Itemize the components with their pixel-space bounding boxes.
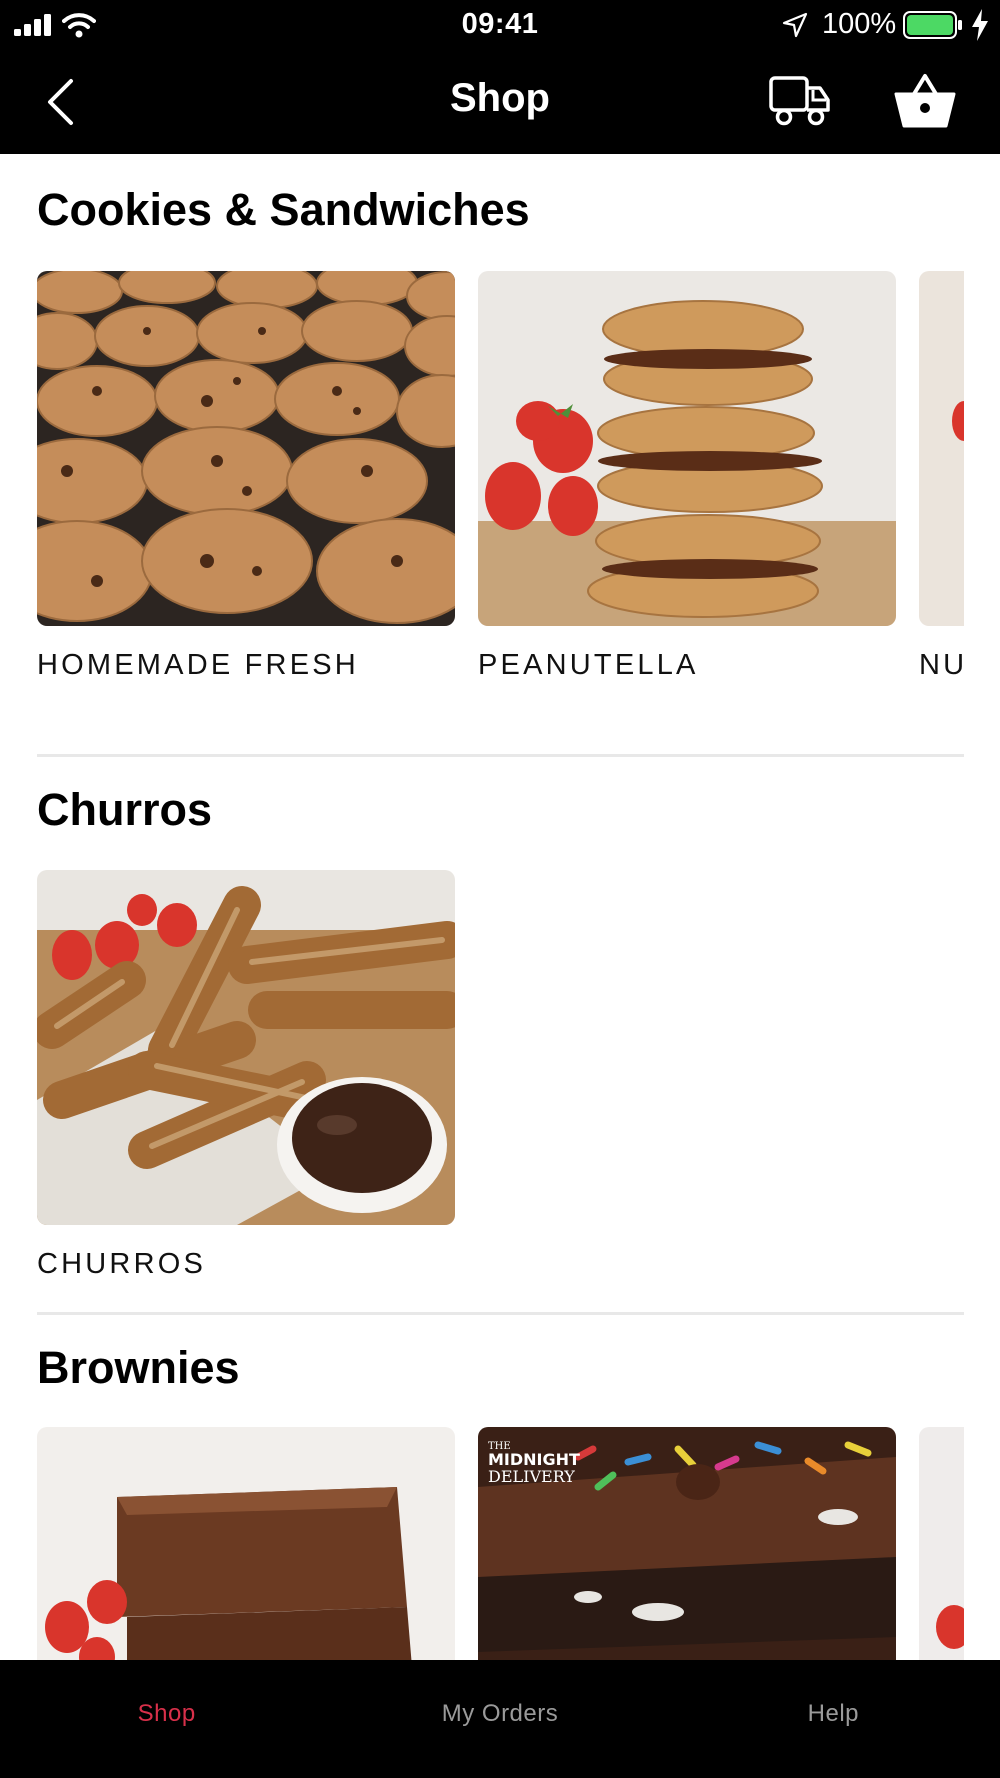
product-carousel[interactable]: THE MIDNIGHT DELIVERY	[37, 1427, 964, 1660]
product-image	[919, 271, 964, 626]
product-name: CHURROS	[37, 1248, 207, 1280]
product-card-loaded-brownie[interactable]: THE MIDNIGHT DELIVERY	[478, 1427, 896, 1660]
section-title: Cookies & Sandwiches	[37, 184, 530, 235]
basket-button[interactable]	[894, 72, 956, 130]
product-name: HOMEMADE FRESH COOKIES	[37, 649, 359, 681]
tab-my-orders[interactable]: My Orders	[333, 1660, 666, 1778]
section-divider	[37, 754, 964, 757]
battery-percentage: 100%	[822, 8, 897, 40]
battery-icon	[903, 11, 962, 39]
product-card-churros[interactable]: CHURROS	[37, 870, 455, 1285]
location-arrow-icon	[782, 12, 808, 38]
shopping-basket-icon	[894, 74, 956, 128]
product-image	[37, 870, 455, 1225]
section-divider	[37, 1312, 964, 1315]
product-image	[919, 1427, 964, 1660]
product-image: THE MIDNIGHT DELIVERY	[478, 1427, 896, 1660]
status-bar: 09:41 100%	[0, 0, 1000, 50]
product-card-brownie[interactable]	[37, 1427, 455, 1660]
product-card-homemade-fresh-cookies[interactable]: HOMEMADE FRESH COOKIES	[37, 271, 455, 691]
product-card-partial[interactable]	[919, 1427, 964, 1660]
delivery-truck-icon	[769, 76, 830, 126]
section-title: Churros	[37, 784, 213, 835]
charging-bolt-icon	[972, 9, 988, 41]
page-title: Shop	[450, 76, 550, 120]
tab-bar: Shop My Orders Help	[0, 1660, 1000, 1778]
tab-help[interactable]: Help	[667, 1660, 1000, 1778]
svg-text:DELIVERY: DELIVERY	[488, 1467, 575, 1486]
product-carousel[interactable]: HOMEMADE FRESH COOKIES	[37, 271, 964, 691]
product-card-partial[interactable]: NU SA	[919, 271, 964, 691]
product-image	[37, 1427, 455, 1660]
delivery-button[interactable]	[768, 72, 832, 130]
shop-content[interactable]: Cookies & Sandwiches HOMEMADE FRESH PEAN…	[0, 154, 1000, 1660]
nav-header: Shop	[0, 50, 1000, 154]
tab-shop[interactable]: Shop	[0, 1660, 333, 1778]
product-carousel[interactable]: CHURROS	[37, 870, 964, 1290]
product-image	[37, 271, 455, 626]
section-title: Brownies	[37, 1342, 240, 1393]
product-name: NU SA	[919, 649, 964, 681]
product-card-peanutella-sandwich[interactable]: PEANUTELLA SANDWICH	[478, 271, 896, 691]
product-name: PEANUTELLA SANDWICH	[478, 649, 699, 681]
product-image	[478, 271, 896, 626]
